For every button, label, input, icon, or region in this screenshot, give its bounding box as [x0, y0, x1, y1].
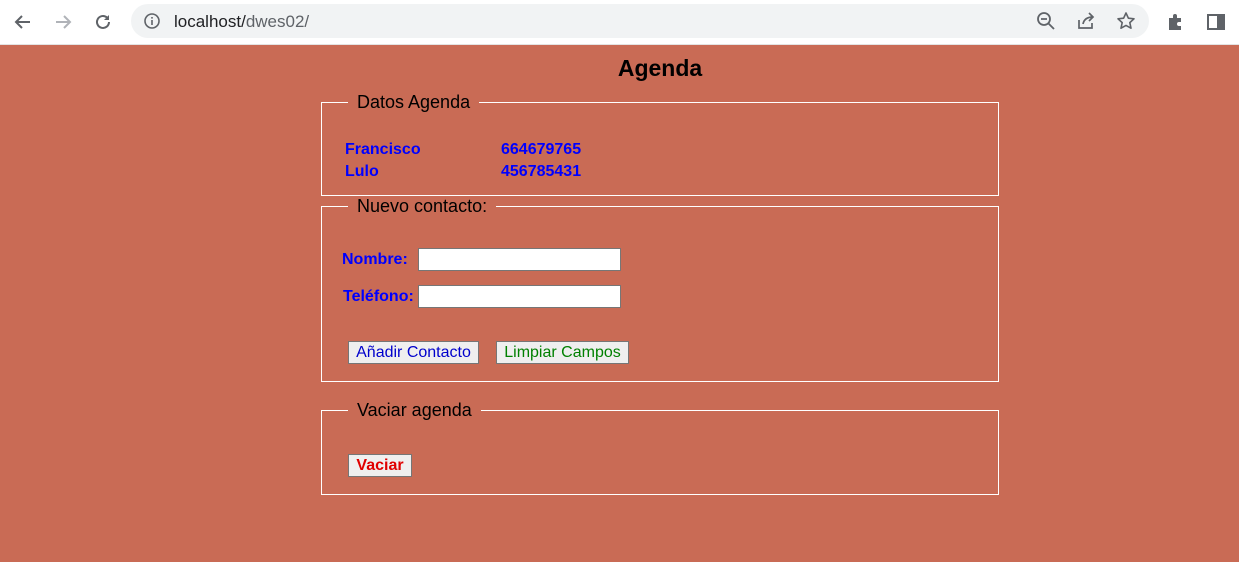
back-button[interactable] — [9, 8, 37, 36]
nombre-label: Nombre: — [342, 251, 408, 268]
share-button[interactable] — [1074, 9, 1098, 33]
clear-fields-button[interactable]: Limpiar Campos — [496, 341, 629, 364]
url-text[interactable]: localhost/dwes02/ — [174, 12, 309, 32]
reload-button[interactable] — [89, 8, 117, 36]
bookmark-star-icon — [1117, 12, 1135, 29]
page-title: Agenda — [617, 55, 703, 81]
contact-name: Lulo — [345, 163, 379, 180]
info-icon[interactable] — [143, 12, 161, 30]
extensions-button[interactable] — [1164, 10, 1188, 34]
side-panel-icon — [1207, 14, 1225, 30]
vaciar-agenda-legend: Vaciar agenda — [357, 400, 472, 420]
extensions-puzzle-icon — [1169, 14, 1181, 30]
browser-toolbar: localhost/dwes02/ — [0, 0, 1239, 45]
zoom-out-icon — [1037, 12, 1055, 30]
forward-arrow-icon — [56, 15, 72, 29]
add-contact-button[interactable]: Añadir Contacto — [348, 341, 479, 364]
contact-phone: 664679765 — [501, 141, 582, 158]
telefono-label: Teléfono: — [343, 288, 414, 305]
contact-phone: 456785431 — [501, 163, 582, 180]
datos-agenda-legend: Datos Agenda — [357, 92, 471, 112]
nuevo-contacto-fieldset: Nuevo contacto: Nombre: Teléfono: Añadir… — [321, 196, 999, 382]
contact-name: Francisco — [345, 141, 421, 158]
telefono-input[interactable] — [418, 285, 621, 308]
forward-button[interactable] — [49, 8, 77, 36]
back-arrow-icon — [14, 15, 30, 29]
url-path: dwes02/ — [245, 12, 310, 31]
bookmark-button[interactable] — [1114, 9, 1138, 33]
datos-agenda-fieldset: Datos Agenda Francisco 664679765 Lulo 45… — [321, 92, 999, 196]
reload-icon — [96, 14, 110, 29]
side-panel-button[interactable] — [1204, 10, 1228, 34]
zoom-button[interactable] — [1034, 9, 1058, 33]
vaciar-button[interactable]: Vaciar — [348, 454, 412, 477]
page-content: Agenda Datos Agenda Francisco 664679765 … — [0, 44, 1239, 562]
url-host: localhost/ — [174, 12, 246, 31]
nombre-input[interactable] — [418, 248, 621, 271]
vaciar-agenda-fieldset: Vaciar agenda Vaciar — [321, 400, 999, 495]
nuevo-contacto-legend: Nuevo contacto: — [357, 196, 488, 216]
address-bar[interactable]: localhost/dwes02/ — [131, 4, 1149, 38]
share-icon — [1078, 12, 1095, 29]
